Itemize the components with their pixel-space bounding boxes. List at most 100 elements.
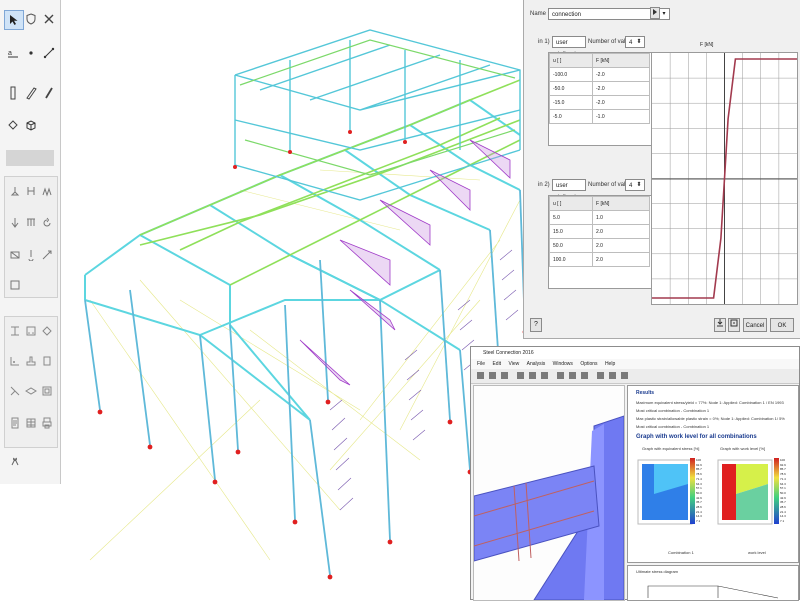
stress-plots — [637, 459, 773, 525]
cell[interactable]: 15.0 — [549, 224, 593, 239]
cell[interactable]: -5.0 — [549, 109, 593, 124]
scale-value: 71.4 — [696, 476, 702, 481]
cell[interactable]: -50.0 — [549, 81, 593, 96]
cell[interactable]: 2.0 — [592, 238, 650, 253]
cancel-button[interactable]: Cancel — [743, 318, 767, 332]
table-row: -5.0 -1.0 — [549, 109, 650, 124]
line-icon[interactable] — [40, 44, 58, 62]
caption-left: Combination 1 — [668, 550, 694, 555]
import-button[interactable] — [714, 318, 726, 332]
shield-tool-icon[interactable] — [22, 10, 40, 28]
front-frames — [84, 98, 521, 421]
toolbar-separator — [6, 150, 54, 166]
settings-icon[interactable] — [6, 452, 24, 470]
cell[interactable]: -2.0 — [592, 81, 650, 96]
cell[interactable]: -100.0 — [549, 67, 593, 82]
legend1-title: Graph with equivalent stress [%] — [642, 446, 700, 451]
cell[interactable]: 50.0 — [549, 238, 593, 253]
scale-value: 100 — [696, 458, 702, 462]
report-line: Most critical combination - Combination … — [636, 408, 710, 413]
name-label: Name — [530, 11, 547, 17]
scale-value: 100 — [780, 458, 786, 462]
cell[interactable]: 5.0 — [549, 210, 593, 225]
ok-button[interactable]: OK — [770, 318, 794, 332]
report-heading: Graph with work level for all combinatio… — [636, 434, 757, 440]
report-line: Max plastic strain/allowable plastic str… — [636, 416, 785, 421]
menu-analysis[interactable]: Analysis — [527, 361, 546, 367]
set1-prefix: in 1) — [538, 39, 550, 45]
connection-3d-view[interactable] — [473, 385, 625, 601]
arrow-right-icon — [653, 9, 657, 15]
help-icon: ? — [534, 321, 538, 328]
set2-count-stepper[interactable]: 4 ⬍ — [625, 179, 645, 191]
table-row: 50.0 2.0 — [549, 238, 650, 253]
brace-icon[interactable] — [40, 84, 58, 102]
set1-table[interactable]: u [ ] F [kN] -100.0 -2.0 -50.0 -2.0 -15.0-… — [548, 52, 657, 146]
displacement-icon[interactable] — [38, 246, 56, 264]
cell[interactable]: 1.0 — [592, 210, 650, 225]
scale-value: 50.0 — [696, 490, 702, 495]
set1-col-u: u [ ] — [549, 53, 593, 68]
set1-count-stepper[interactable]: 4 ⬍ — [625, 36, 645, 48]
set2-prefix: in 2) — [538, 182, 550, 188]
cell[interactable]: -2.0 — [592, 95, 650, 110]
timber-design-icon[interactable] — [38, 322, 56, 340]
menu-view[interactable]: View — [508, 361, 519, 367]
scale-value: 7.1 — [696, 519, 701, 524]
import-icon — [717, 319, 723, 327]
solid-icon[interactable] — [22, 116, 40, 134]
point-icon[interactable] — [22, 44, 40, 62]
name-value: connection — [552, 12, 582, 18]
scale-value: 71.4 — [780, 476, 786, 481]
beam-icon[interactable] — [22, 84, 40, 102]
cell[interactable]: 100.0 — [549, 252, 593, 267]
report-line: Maximum equivalent stress/yield = 77%: N… — [636, 400, 784, 405]
moment-icon[interactable] — [38, 214, 56, 232]
opening-icon[interactable] — [38, 382, 56, 400]
set1-type-select[interactable]: user defined — [552, 36, 586, 58]
column-icon[interactable] — [4, 84, 22, 102]
cell[interactable]: 2.0 — [592, 224, 650, 239]
cell[interactable]: -1.0 — [592, 109, 650, 124]
set2-count-value: 4 — [629, 183, 633, 189]
export-button[interactable] — [728, 318, 740, 332]
close-x-icon[interactable] — [40, 10, 58, 28]
table-row: 5.0 1.0 — [549, 210, 650, 225]
set2-table[interactable]: u [ ] F [kN] 5.0 1.0 15.0 2.0 50.0 2.0 100.… — [548, 195, 657, 289]
print-icon[interactable] — [38, 414, 56, 432]
set2-col-u: u [ ] — [549, 196, 593, 211]
table-row: 100.0 2.0 — [549, 252, 650, 267]
svg-text:?: ? — [534, 321, 538, 327]
table-row: -50.0 -2.0 — [549, 81, 650, 96]
set2-type-select[interactable]: user defined — [552, 179, 586, 201]
cell[interactable]: -15.0 — [549, 95, 593, 110]
pick-button[interactable] — [650, 7, 660, 19]
select-pointer-icon[interactable] — [4, 10, 24, 30]
menu-windows[interactable]: Windows — [553, 361, 573, 367]
help-button[interactable]: ? — [530, 318, 542, 332]
ridge-beams — [139, 79, 521, 286]
cell[interactable]: 2.0 — [592, 252, 650, 267]
graph-title: F [kN] — [700, 42, 714, 48]
plate-icon[interactable] — [4, 116, 22, 134]
panel-icon[interactable] — [6, 276, 24, 294]
diagram-panel: Ultimate stress diagram — [627, 565, 799, 601]
cell[interactable]: -2.0 — [592, 67, 650, 82]
function-graph — [651, 52, 798, 305]
menu-edit[interactable]: Edit — [492, 361, 501, 367]
scale-values-2: 100 92.9 85.7 78.6 71.4 64.3 57.1 50.0 42.9 35.7 2… — [780, 458, 786, 524]
caption-right: work level — [748, 550, 766, 555]
model-viewport[interactable] — [60, 0, 530, 600]
set1-count-value: 4 — [629, 40, 633, 46]
svg-text:a: a — [8, 50, 12, 57]
menu-options[interactable]: Options — [580, 361, 597, 367]
menu-file[interactable]: File — [477, 361, 485, 367]
node-label-icon[interactable]: a — [4, 44, 22, 62]
menu-help[interactable]: Help — [605, 361, 615, 367]
report-title: Results — [636, 390, 655, 396]
spring-icon[interactable] — [38, 182, 56, 200]
table-row: -100.0 -2.0 — [549, 67, 650, 82]
wall-icon[interactable] — [38, 352, 56, 370]
tool-palette: a — [0, 0, 61, 484]
scale-value: 50.0 — [780, 490, 786, 495]
